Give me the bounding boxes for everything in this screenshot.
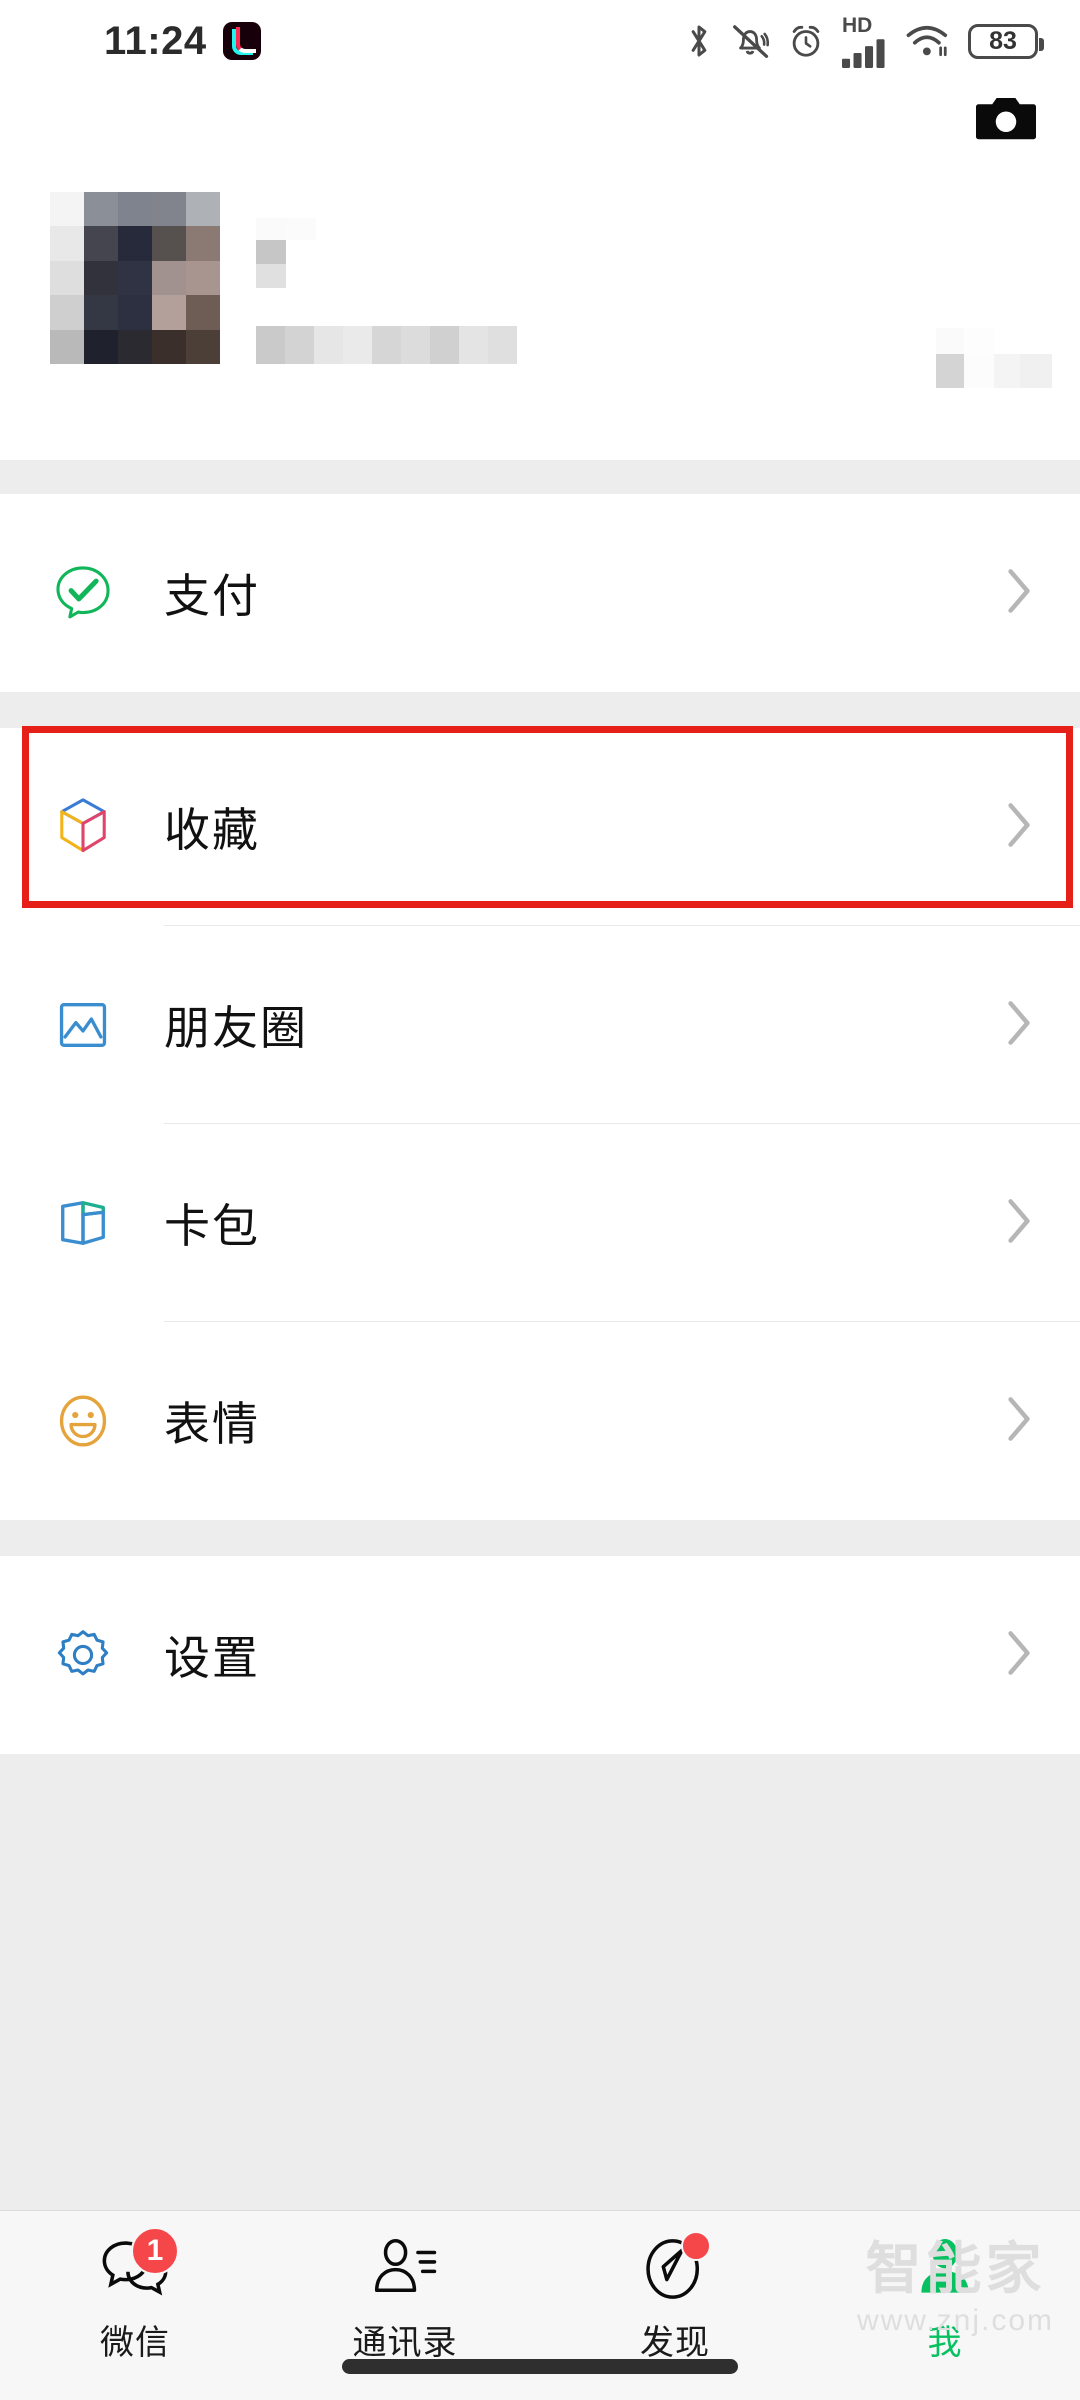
settings-gear-icon [50,1622,116,1688]
favorites-cube-icon [50,794,116,860]
tab-label: 通讯录 [352,2324,458,2362]
status-bar-left: 11:24 [0,19,261,64]
chevron-right-icon [1002,1625,1036,1686]
menu-group-payment: 支付 [0,494,1080,692]
signal-bars-icon [842,38,888,68]
status-bar: 11:24 HD 83 [0,0,1080,82]
menu-item-label: 设置 [164,1632,260,1684]
status-bar-right: HD 83 [685,15,1044,68]
battery-percent-label: 83 [989,26,1017,55]
battery-icon: 83 [968,23,1044,59]
menu-item-pay[interactable]: 支付 [0,494,1080,692]
me-person-icon [907,2233,983,2305]
section-divider-3 [0,1520,1080,1556]
bottom-tab-bar: 1 微信 通讯录 发现 我 [0,2210,1080,2400]
menu-item-label: 朋友圈 [164,1002,308,1054]
hd-signal-group: HD [842,15,888,68]
menu-item-settings[interactable]: 设置 [0,1556,1080,1754]
tab-me[interactable]: 我 [810,2233,1080,2364]
sticker-smiley-icon [50,1388,116,1454]
avatar[interactable] [50,192,220,364]
section-divider-2 [0,692,1080,728]
camera-icon [976,93,1036,148]
discover-compass-icon [637,2231,713,2305]
tab-label: 发现 [640,2324,710,2362]
section-divider-1 [0,460,1080,494]
unread-badge: 1 [131,2227,179,2275]
profile-section[interactable] [0,166,1080,460]
menu-item-cards[interactable]: 卡包 [0,1124,1080,1322]
chevron-right-icon [1002,995,1036,1056]
menu-item-label: 表情 [164,1398,260,1450]
menu-item-label: 支付 [164,570,260,622]
profile-nickname [256,218,346,288]
bluetooth-icon [685,21,713,61]
profile-text-block [220,192,1080,460]
status-bar-clock: 11:24 [104,18,207,63]
chevron-right-icon [1002,797,1036,858]
profile-qr-and-chevron[interactable] [936,328,1052,388]
pay-icon [50,560,116,626]
tab-contacts[interactable]: 通讯录 [270,2233,540,2364]
contacts-icon [367,2233,443,2305]
menu-group-settings: 设置 [0,1556,1080,1754]
wifi-icon [905,22,951,60]
menu-item-stickers[interactable]: 表情 [0,1322,1080,1520]
tiktok-icon [222,22,261,60]
bell-muted-icon [730,21,770,61]
camera-button[interactable] [970,90,1042,150]
chat-bubbles-icon: 1 [97,2227,179,2305]
menu-item-favorites[interactable]: 收藏 [0,728,1080,926]
tab-discover[interactable]: 发现 [540,2231,810,2364]
chevron-right-icon [1002,1391,1036,1452]
notification-dot [681,2231,711,2261]
tab-label: 我 [927,2324,963,2362]
menu-item-moments[interactable]: 朋友圈 [0,926,1080,1124]
tab-label: 微信 [100,2324,170,2362]
chevron-right-icon [1002,563,1036,624]
header-bar [0,82,1080,166]
chevron-right-icon [1002,1193,1036,1254]
profile-wechat-id [256,326,518,364]
menu-item-label: 收藏 [164,804,260,856]
menu-item-label: 卡包 [164,1200,260,1252]
hd-icon: HD [842,13,873,37]
moments-photo-icon [50,992,116,1058]
cards-wallet-icon [50,1190,116,1256]
home-indicator[interactable] [342,2359,738,2374]
alarm-clock-icon [787,22,825,60]
tab-wechat[interactable]: 1 微信 [0,2227,270,2364]
menu-group-main: 收藏 朋友圈 卡包 表情 [0,728,1080,1520]
